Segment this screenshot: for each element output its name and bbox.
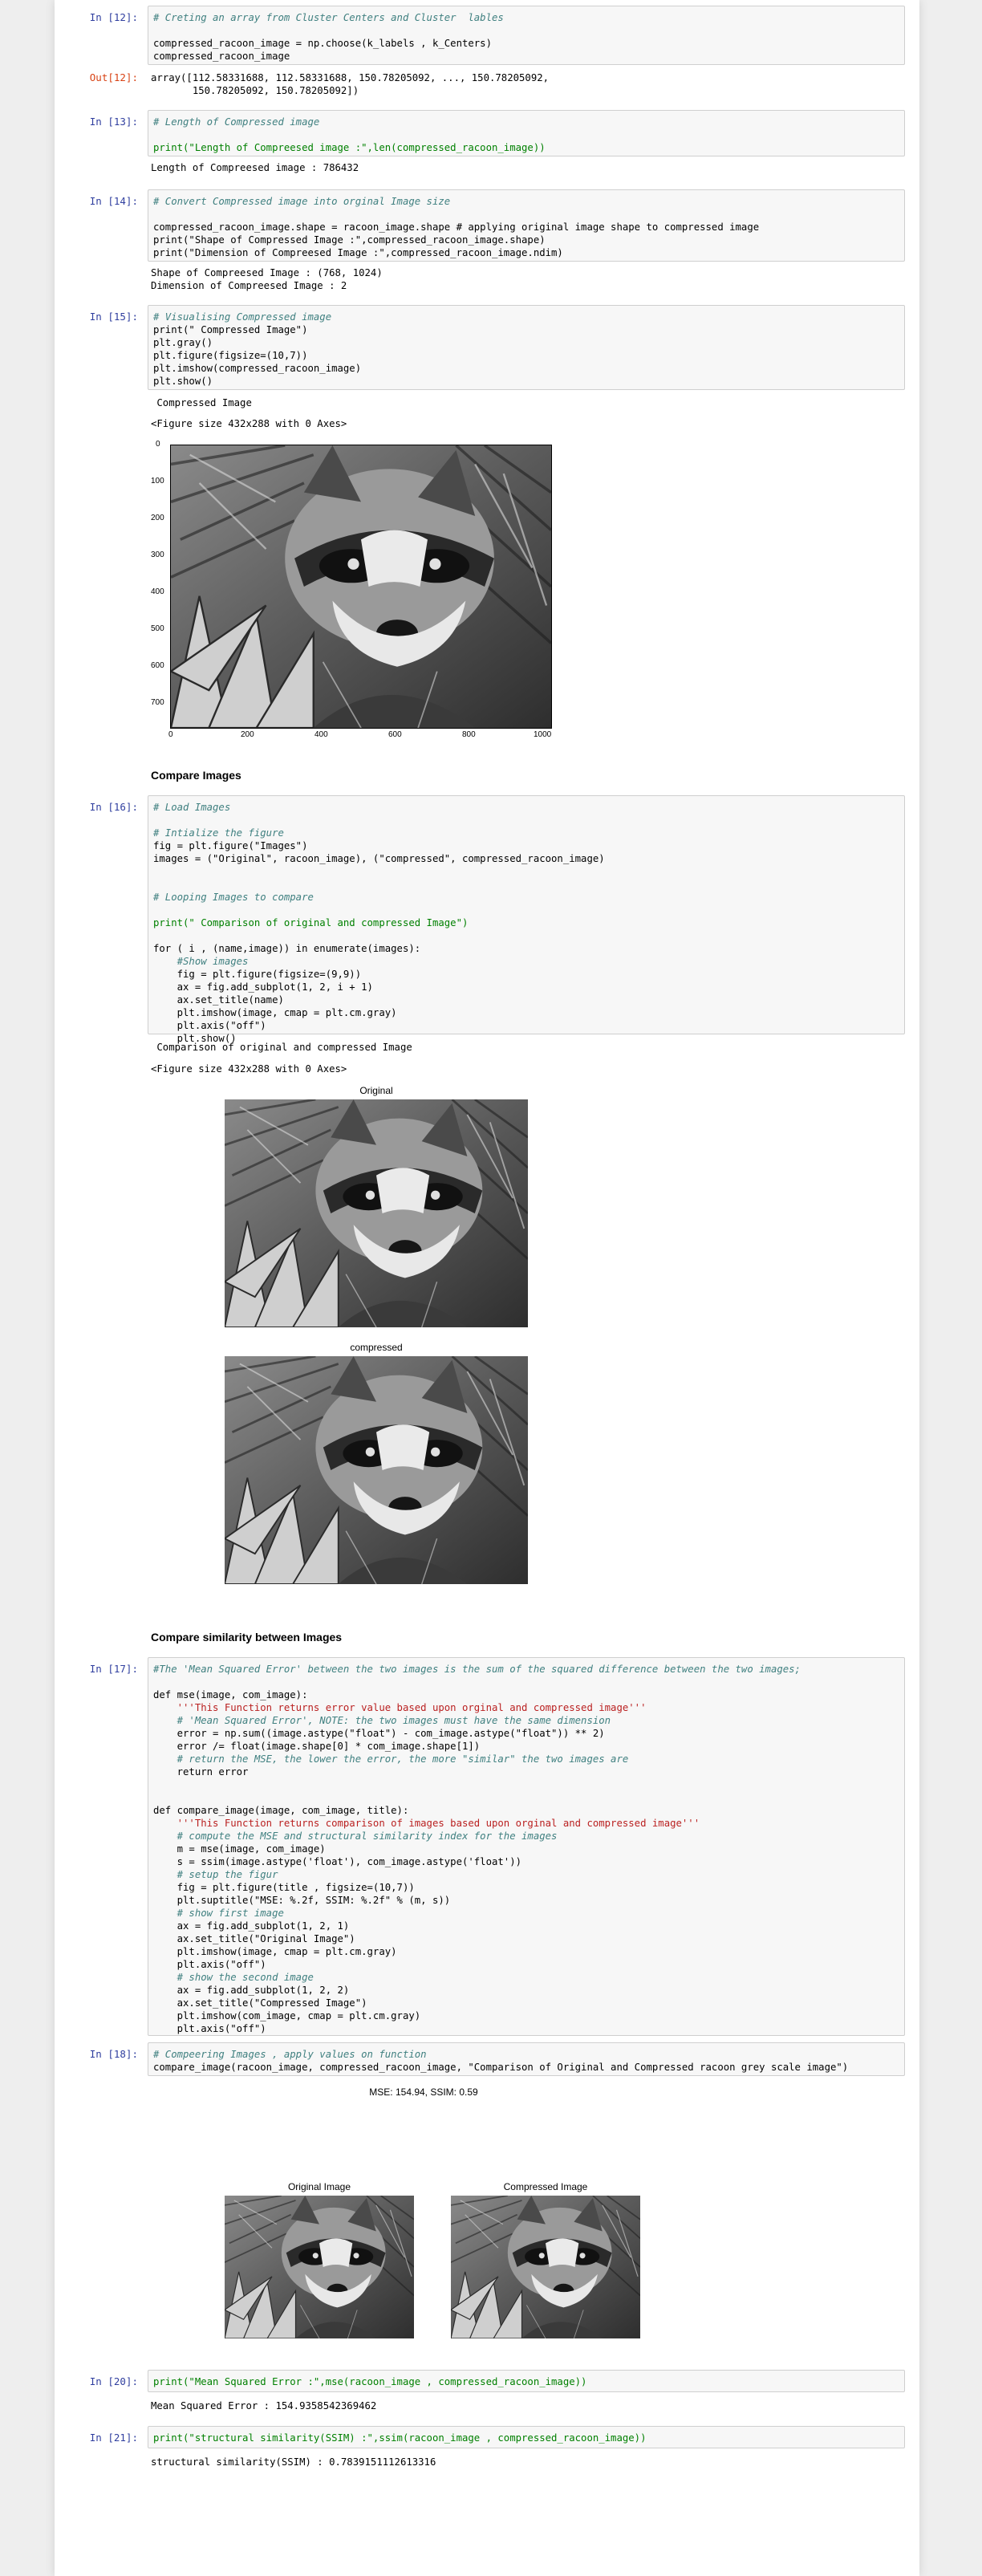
markdown-heading: Compare Images <box>151 769 241 782</box>
input-prompt: In [13]: <box>89 116 138 128</box>
cell-output: Comparison of original and compressed Im… <box>151 1042 412 1053</box>
figure-title: compressed <box>350 1342 403 1353</box>
cell-output: Compressed Image <box>151 397 252 408</box>
compressed-image-plot <box>170 445 552 729</box>
code-editor[interactable]: print("Mean Squared Error :",mse(racoon_… <box>148 2370 905 2392</box>
x-tick: 1000 <box>534 730 552 739</box>
notebook-page: In [12]: # Creting an array from Cluster… <box>55 0 919 2576</box>
compressed-image-subplot <box>451 2196 640 2338</box>
subplot-title: Original Image <box>287 2181 351 2192</box>
figure-suptitle: MSE: 154.94, SSIM: 0.59 <box>369 2086 478 2098</box>
subplot-title: Compressed Image <box>503 2181 588 2192</box>
x-tick: 800 <box>462 730 476 739</box>
y-tick: 400 <box>151 587 164 596</box>
y-tick: 0 <box>156 440 160 449</box>
cell-output: <Figure size 432x288 with 0 Axes> <box>151 1063 347 1075</box>
input-prompt: In [21]: <box>89 2432 138 2444</box>
code-editor[interactable]: print("structural similarity(SSIM) :",ss… <box>148 2426 905 2448</box>
input-prompt: In [16]: <box>89 801 138 813</box>
input-prompt: In [15]: <box>89 311 138 323</box>
code-editor[interactable]: # Creting an array from Cluster Centers … <box>148 6 905 65</box>
input-prompt: In [14]: <box>89 195 138 207</box>
original-image <box>225 1099 528 1327</box>
original-image-subplot <box>225 2196 414 2338</box>
y-tick: 100 <box>151 477 164 486</box>
x-tick: 0 <box>168 730 173 739</box>
code-editor[interactable]: # Load Images # Intialize the figure fig… <box>148 795 905 1044</box>
input-prompt: In [18]: <box>89 2048 138 2060</box>
cell-output: Mean Squared Error : 154.9358542369462 <box>151 2400 377 2411</box>
output-prompt: Out[12]: <box>89 71 138 83</box>
y-tick: 600 <box>151 661 164 670</box>
input-prompt: In [17]: <box>89 1663 138 1675</box>
y-tick: 500 <box>151 624 164 633</box>
y-tick: 300 <box>151 551 164 559</box>
y-tick: 700 <box>151 698 164 707</box>
input-prompt: In [20]: <box>89 2375 138 2387</box>
y-tick: 200 <box>151 514 164 522</box>
code-editor[interactable]: # Convert Compressed image into orginal … <box>148 189 905 262</box>
code-editor[interactable]: # Length of Compressed image print("Leng… <box>148 110 905 156</box>
compressed-image <box>225 1356 528 1584</box>
figure-title: Original <box>359 1085 393 1096</box>
input-prompt: In [12]: <box>89 11 138 23</box>
cell-output: Shape of Compreesed Image : (768, 1024) … <box>151 267 383 291</box>
cell-output: structural similarity(SSIM) : 0.78391511… <box>151 2456 436 2468</box>
code-editor[interactable]: #The 'Mean Squared Error' between the tw… <box>148 1657 905 2036</box>
code-editor[interactable]: # Visualising Compressed image print(" C… <box>148 305 905 390</box>
x-tick: 200 <box>241 730 254 739</box>
x-tick: 600 <box>388 730 402 739</box>
cell-output: array([112.58331688, 112.58331688, 150.7… <box>151 72 550 96</box>
x-tick: 400 <box>314 730 328 739</box>
code-editor[interactable]: # Compeering Images , apply values on fu… <box>148 2042 905 2076</box>
cell-output: <Figure size 432x288 with 0 Axes> <box>151 418 347 429</box>
markdown-heading: Compare similarity between Images <box>151 1631 343 1644</box>
cell-output: Length of Compreesed image : 786432 <box>151 162 359 173</box>
